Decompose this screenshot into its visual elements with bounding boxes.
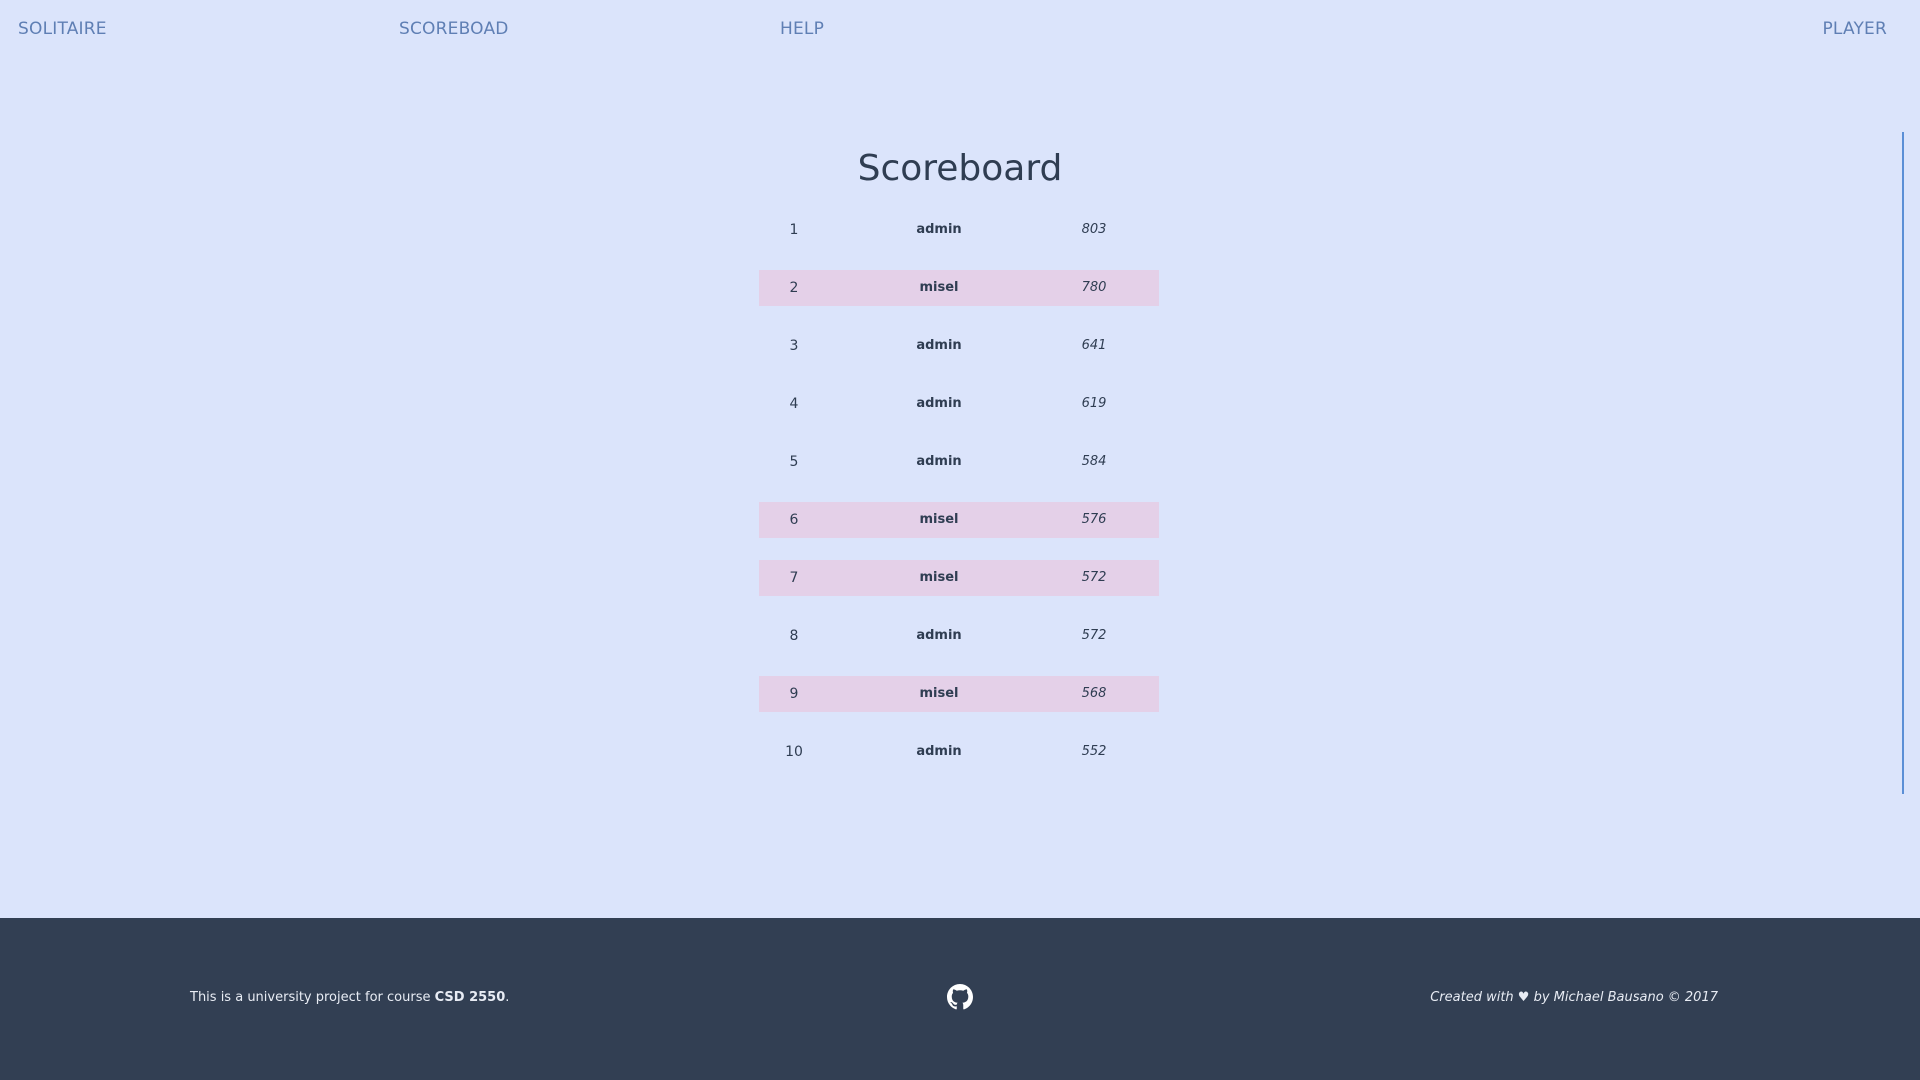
- score-cell: 572: [1081, 628, 1107, 643]
- score-cell: 568: [1081, 686, 1107, 701]
- player-name-cell: admin: [916, 338, 962, 353]
- player-name-cell: admin: [916, 396, 962, 411]
- player-name-cell: admin: [916, 222, 962, 237]
- nav-link-solitaire[interactable]: SOLITAIRE: [18, 19, 107, 39]
- page-title: Scoreboard: [857, 148, 1063, 189]
- player-name-cell: misel: [919, 512, 959, 527]
- table-row: 2 misel 780: [759, 270, 1159, 306]
- nav-link-player[interactable]: PLAYER: [1822, 19, 1887, 39]
- nav-link-scoreboard[interactable]: SCOREBOAD: [399, 19, 509, 39]
- footer-credits: Created with ♥ by Michael Bausano © 2017: [1430, 990, 1718, 1005]
- table-row: 5 admin 584: [759, 444, 1159, 480]
- table-row: 6 misel 576: [759, 502, 1159, 538]
- rank-cell: 5: [789, 454, 799, 470]
- table-row: 10 admin 552: [759, 734, 1159, 770]
- rank-cell: 6: [789, 512, 799, 528]
- nav-link-help[interactable]: HELP: [780, 19, 824, 39]
- score-cell: 584: [1081, 454, 1107, 469]
- footer-project-note: This is a university project for course …: [190, 990, 509, 1005]
- score-cell: 572: [1081, 570, 1107, 585]
- player-name-cell: misel: [919, 686, 959, 701]
- score-cell: 552: [1081, 744, 1107, 759]
- player-name-cell: admin: [916, 454, 962, 469]
- player-name-cell: admin: [916, 744, 962, 759]
- footer: This is a university project for course …: [0, 918, 1920, 1080]
- table-row: 4 admin 619: [759, 386, 1159, 422]
- player-name-cell: misel: [919, 570, 959, 585]
- table-row: 9 misel 568: [759, 676, 1159, 712]
- rank-cell: 9: [789, 686, 799, 702]
- rank-cell: 7: [789, 570, 799, 586]
- scroll-indicator[interactable]: [1902, 132, 1904, 794]
- rank-cell: 1: [789, 222, 799, 238]
- scoreboard-table: 1 admin 803 2 misel 780 3 admin 641 4 ad…: [759, 212, 1159, 792]
- score-cell: 641: [1081, 338, 1107, 353]
- github-icon[interactable]: [947, 984, 973, 1010]
- top-nav: SOLITAIRE SCOREBOAD HELP PLAYER: [0, 0, 1920, 60]
- rank-cell: 2: [789, 280, 799, 296]
- rank-cell: 10: [785, 744, 803, 760]
- player-name-cell: misel: [919, 280, 959, 295]
- score-cell: 780: [1081, 280, 1107, 295]
- rank-cell: 8: [789, 628, 799, 644]
- table-row: 8 admin 572: [759, 618, 1159, 654]
- player-name-cell: admin: [916, 628, 962, 643]
- score-cell: 619: [1081, 396, 1107, 411]
- rank-cell: 3: [789, 338, 799, 354]
- rank-cell: 4: [789, 396, 799, 412]
- score-cell: 803: [1081, 222, 1107, 237]
- footer-note-end: .: [505, 990, 510, 1005]
- score-cell: 576: [1081, 512, 1107, 527]
- table-row: 3 admin 641: [759, 328, 1159, 364]
- table-row: 7 misel 572: [759, 560, 1159, 596]
- footer-note-text: This is a university project for course: [190, 990, 435, 1005]
- footer-course-code: CSD 2550: [434, 990, 506, 1005]
- table-row: 1 admin 803: [759, 212, 1159, 248]
